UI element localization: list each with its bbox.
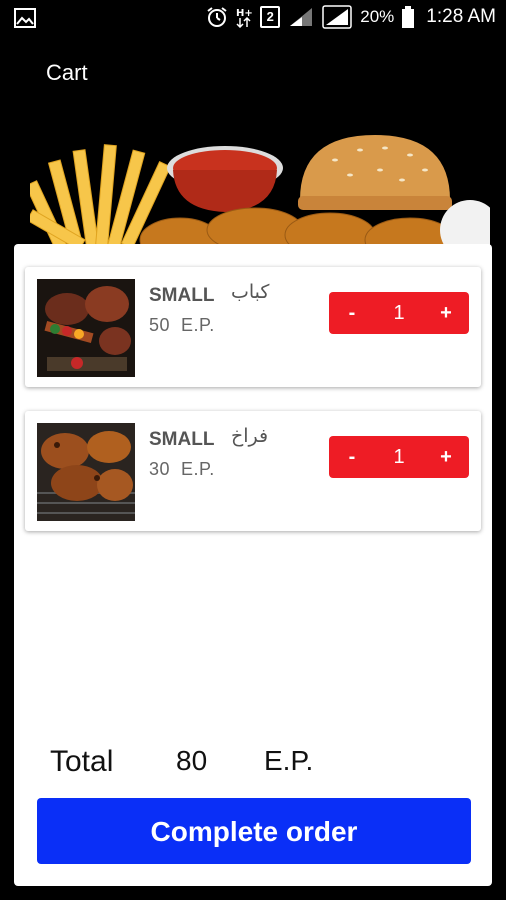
item-size: SMALL bbox=[149, 285, 215, 306]
increment-button[interactable]: + bbox=[437, 446, 455, 469]
total-label: Total bbox=[50, 745, 114, 778]
signal-icon bbox=[290, 8, 313, 26]
price-value: 50 bbox=[149, 315, 171, 335]
gallery-icon bbox=[14, 8, 36, 28]
status-bar: H+ 2 20% 1:28 AM bbox=[0, 0, 506, 36]
cart-item-card[interactable]: SMALL فراخ 30 E.P. - 1 + bbox=[25, 411, 481, 531]
decrement-button[interactable]: - bbox=[343, 302, 361, 325]
item-price: 30 E.P. bbox=[149, 459, 215, 480]
quantity-stepper: - 1 + bbox=[329, 292, 469, 334]
cart-panel: SMALL كباب 50 E.P. - 1 + SMALL فراخ 30 E… bbox=[14, 244, 492, 886]
quantity-stepper: - 1 + bbox=[329, 436, 469, 478]
sim-badge-icon: 2 bbox=[260, 6, 281, 28]
clock: 1:28 AM bbox=[426, 6, 496, 27]
total-currency: E.P. bbox=[264, 745, 314, 776]
quantity-value: 1 bbox=[393, 301, 405, 324]
quantity-value: 1 bbox=[393, 445, 405, 468]
battery-icon bbox=[402, 6, 415, 28]
decrement-button[interactable]: - bbox=[343, 446, 361, 469]
price-value: 30 bbox=[149, 459, 171, 479]
cart-item-card[interactable]: SMALL كباب 50 E.P. - 1 + bbox=[25, 267, 481, 387]
complete-order-button[interactable]: Complete order bbox=[37, 798, 471, 864]
item-name: فراخ bbox=[231, 426, 269, 447]
price-currency: E.P. bbox=[181, 459, 215, 479]
hero-food-image bbox=[30, 135, 490, 260]
page-title: Cart bbox=[46, 60, 88, 85]
total-value: 80 bbox=[176, 745, 208, 776]
chicken-image bbox=[37, 423, 135, 521]
item-name: كباب bbox=[231, 282, 270, 303]
item-price: 50 E.P. bbox=[149, 315, 215, 336]
svg-text:H+: H+ bbox=[236, 8, 252, 19]
alarm-icon bbox=[207, 7, 227, 27]
battery-percent: 20% bbox=[360, 7, 395, 26]
kebab-image bbox=[37, 279, 135, 377]
item-size: SMALL bbox=[149, 429, 215, 450]
data-arrows-icon: H+ bbox=[236, 8, 252, 28]
signal-icon bbox=[322, 5, 352, 29]
increment-button[interactable]: + bbox=[437, 302, 455, 325]
price-currency: E.P. bbox=[181, 315, 215, 335]
